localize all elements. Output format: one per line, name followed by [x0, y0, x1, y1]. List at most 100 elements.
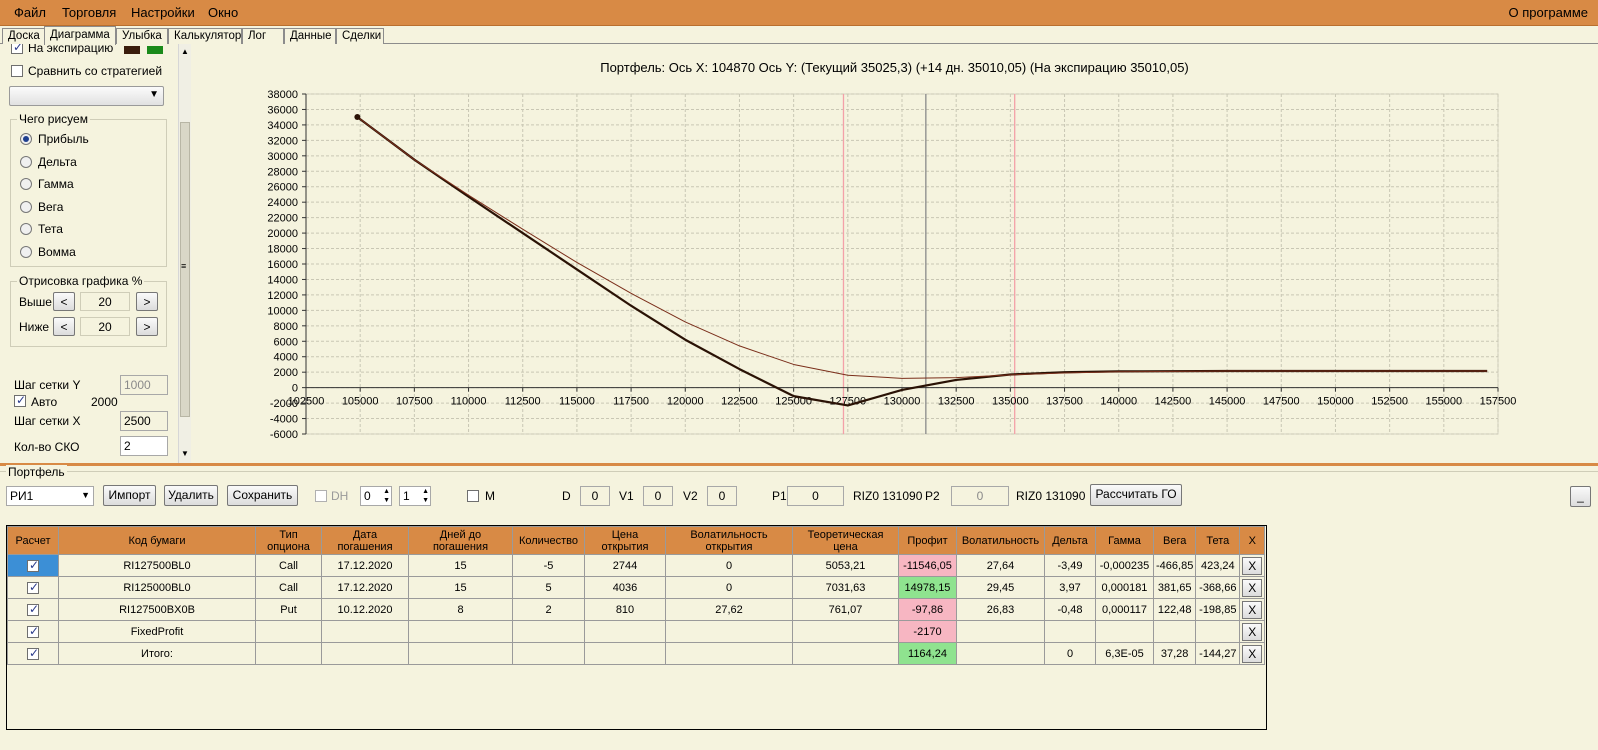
- header-col-vol[interactable]: Волатильность: [956, 526, 1045, 555]
- plus14-color-swatch[interactable]: [147, 46, 163, 54]
- header-col-delta[interactable]: Дельта: [1044, 526, 1096, 555]
- radio-vega[interactable]: [20, 201, 32, 213]
- header-col-qty[interactable]: Количество: [512, 526, 585, 555]
- menu-about[interactable]: О программе: [1508, 5, 1588, 20]
- remove-row-button[interactable]: X: [1242, 600, 1263, 619]
- header-col-profit[interactable]: Профит: [898, 526, 957, 555]
- header-col-type[interactable]: Тип опциона: [255, 526, 322, 555]
- radio-vomma[interactable]: [20, 246, 32, 258]
- header-col-date[interactable]: Дата погашения: [321, 526, 409, 555]
- dh-stepper-2[interactable]: 1 ▲ ▼: [399, 486, 431, 506]
- header-col-price[interactable]: Цена открытия: [584, 526, 666, 555]
- header-col-theta[interactable]: Тета: [1195, 526, 1241, 555]
- cell-col-x[interactable]: X: [1239, 642, 1266, 665]
- below-value[interactable]: 20: [80, 317, 130, 336]
- dh-checkbox[interactable]: [315, 490, 327, 502]
- calc-cell[interactable]: [7, 554, 59, 577]
- v1-input[interactable]: 0: [643, 486, 673, 506]
- header-col-vega[interactable]: Вега: [1152, 526, 1197, 555]
- expiry-checkbox[interactable]: [11, 44, 23, 54]
- calc-checkbox[interactable]: [27, 558, 39, 572]
- calc-cell[interactable]: [7, 620, 59, 643]
- calculate-margin-button[interactable]: Рассчитать ГО: [1090, 484, 1182, 506]
- remove-row-button[interactable]: X: [1242, 622, 1263, 641]
- header-col-open-vol[interactable]: Волатильность открытия: [665, 526, 793, 555]
- series-line-0[interactable]: [356, 116, 1488, 407]
- m-checkbox[interactable]: [467, 490, 479, 502]
- radio-profit[interactable]: [20, 133, 32, 145]
- spin-icon[interactable]: ▲ ▼: [383, 487, 390, 505]
- below-decrease-button[interactable]: <: [53, 317, 75, 336]
- calc-checkbox[interactable]: [27, 646, 39, 660]
- table-row[interactable]: FixedProfit -2170 X: [7, 620, 1266, 643]
- dh-stepper-1[interactable]: 0 ▲ ▼: [360, 486, 392, 506]
- calc-checkbox[interactable]: [27, 624, 39, 638]
- grid-x-input[interactable]: 2500: [120, 411, 168, 431]
- remove-row-button[interactable]: X: [1242, 644, 1263, 663]
- p2-input[interactable]: 0: [951, 486, 1009, 506]
- cell-col-x[interactable]: X: [1239, 598, 1266, 621]
- header-col-theo-price[interactable]: Теоретическая цена: [792, 526, 899, 555]
- profit-chart[interactable]: -6000-4000-20000200040006000800010000120…: [191, 44, 1598, 464]
- tab-deals[interactable]: Сделки: [336, 28, 384, 44]
- radio-theta[interactable]: [20, 223, 32, 235]
- calc-cell[interactable]: [7, 576, 59, 599]
- header-col-gamma[interactable]: Гамма: [1095, 526, 1154, 555]
- expiry-color-swatch[interactable]: [124, 46, 140, 54]
- sko-input[interactable]: 2: [120, 436, 168, 456]
- table-row[interactable]: RI127500BX0BPut10.12.20208281027,62761,0…: [7, 598, 1266, 621]
- tab-diagram[interactable]: Диаграмма: [44, 26, 116, 45]
- tab-log[interactable]: Лог: [242, 28, 284, 44]
- calc-cell[interactable]: [7, 598, 59, 621]
- import-button[interactable]: Импорт: [103, 485, 156, 506]
- minimize-button[interactable]: _: [1570, 486, 1591, 507]
- table-row[interactable]: RI127500BL0Call17.12.202015-5274405053,2…: [7, 554, 1266, 577]
- header-col-code[interactable]: Код бумаги: [58, 526, 256, 555]
- scroll-up-icon[interactable]: ▲: [181, 47, 189, 56]
- calc-cell[interactable]: [7, 642, 59, 665]
- tab-calculator[interactable]: Калькулятор: [168, 28, 242, 44]
- settings-scrollbar[interactable]: ▲ ≡ ▼: [178, 44, 191, 464]
- header-col-calc[interactable]: Расчет: [7, 526, 59, 555]
- cell-col-vega: 37,28: [1152, 642, 1197, 665]
- below-increase-button[interactable]: >: [136, 317, 158, 336]
- remove-row-button[interactable]: X: [1242, 578, 1263, 597]
- table-row[interactable]: RI125000BL0Call17.12.2020155403607031,63…: [7, 576, 1266, 599]
- portfolio-select[interactable]: РИ1 ▼: [6, 486, 94, 506]
- auto-checkbox[interactable]: [14, 393, 26, 407]
- above-decrease-button[interactable]: <: [53, 292, 75, 311]
- tab-data[interactable]: Данные: [284, 28, 336, 44]
- y-tick-label: 32000: [267, 135, 298, 147]
- above-increase-button[interactable]: >: [136, 292, 158, 311]
- menu-trading[interactable]: Торговля: [62, 5, 116, 20]
- header-col-days[interactable]: Дней до погашения: [408, 526, 513, 555]
- cell-col-x[interactable]: X: [1239, 554, 1266, 577]
- d-input[interactable]: 0: [580, 486, 610, 506]
- radio-delta[interactable]: [20, 156, 32, 168]
- scroll-thumb[interactable]: ≡: [180, 122, 190, 417]
- remove-row-button[interactable]: X: [1242, 556, 1263, 575]
- strategy-dropdown[interactable]: ▼: [9, 86, 164, 106]
- cell-col-x[interactable]: X: [1239, 576, 1266, 599]
- cell-col-x[interactable]: X: [1239, 620, 1266, 643]
- compare-checkbox[interactable]: [11, 65, 23, 77]
- radio-gamma[interactable]: [20, 178, 32, 190]
- scroll-down-icon[interactable]: ▼: [181, 449, 189, 458]
- header-col-x[interactable]: X: [1239, 526, 1266, 555]
- menu-window[interactable]: Окно: [208, 5, 238, 20]
- current-point-marker[interactable]: [354, 113, 361, 120]
- menu-file[interactable]: Файл: [14, 5, 46, 20]
- calc-checkbox[interactable]: [27, 580, 39, 594]
- p1-input[interactable]: 0: [787, 486, 844, 506]
- tab-board[interactable]: Доска: [2, 28, 45, 44]
- above-value[interactable]: 20: [80, 292, 130, 311]
- menu-settings[interactable]: Настройки: [131, 5, 195, 20]
- v2-input[interactable]: 0: [707, 486, 737, 506]
- spin-icon[interactable]: ▲ ▼: [422, 487, 429, 505]
- save-button[interactable]: Сохранить: [227, 485, 298, 506]
- table-row[interactable]: Итого: 1164,24 06,3E-0537,28-144,27X: [7, 642, 1266, 665]
- calc-checkbox[interactable]: [27, 602, 39, 616]
- delete-button[interactable]: Удалить: [164, 485, 218, 506]
- grid-y-input[interactable]: 1000: [120, 375, 168, 395]
- tab-smile[interactable]: Улыбка: [116, 28, 168, 44]
